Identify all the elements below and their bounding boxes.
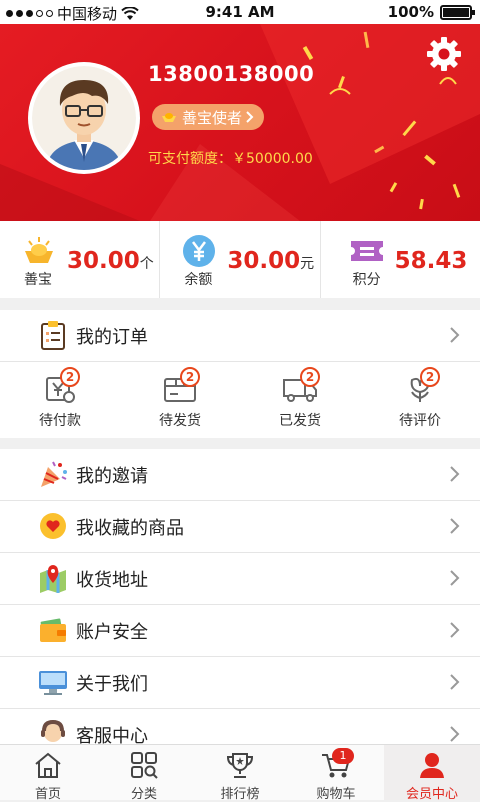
- menu-item-favorites[interactable]: 我收藏的商品: [0, 501, 480, 553]
- chevron-right-icon: [450, 674, 460, 690]
- heart-icon: [40, 513, 66, 539]
- order-status-label: 已发货: [279, 413, 321, 429]
- member-level-badge[interactable]: 善宝使者: [152, 104, 265, 130]
- menu-item-label: 我的邀请: [76, 465, 148, 487]
- map-pin-icon: [40, 565, 66, 593]
- gear-icon[interactable]: [426, 36, 462, 72]
- order-count-badge: 2: [300, 367, 320, 387]
- order-status-label: 待发货: [159, 413, 201, 429]
- bottom-tab-bar: 首页 分类 排行榜 购物车 会员中心 1: [0, 744, 480, 802]
- menu-item-label: 我收藏的商品: [76, 517, 184, 539]
- menu-item-label: 关于我们: [76, 673, 148, 695]
- chevron-right-icon: [450, 518, 460, 534]
- gold-ingot-icon: [162, 113, 176, 122]
- stat-shanbao[interactable]: 善宝 30.00个: [0, 221, 161, 298]
- tab-label: 排行榜: [220, 787, 260, 802]
- order-status-shipped[interactable]: 2 已发货: [240, 362, 360, 438]
- tab-label: 分类: [130, 787, 157, 802]
- my-orders-label: 我的订单: [76, 326, 148, 348]
- home-icon: [35, 752, 61, 778]
- chevron-right-icon: [450, 466, 460, 482]
- menu-item-invitations[interactable]: 我的邀请: [0, 449, 480, 501]
- menu-item-label: 收货地址: [76, 569, 148, 591]
- chevron-right-icon: [246, 111, 254, 123]
- battery-icon: [440, 4, 475, 20]
- cart-count-badge: 1: [332, 748, 354, 764]
- tab-member-center[interactable]: 会员中心: [384, 745, 480, 802]
- order-count-badge: 2: [180, 367, 200, 387]
- stat-unit: 个: [139, 256, 154, 272]
- menu-item-account-security[interactable]: 账户安全: [0, 605, 480, 657]
- ticket-icon: [350, 241, 383, 261]
- order-status-pending-review[interactable]: 2 待评价: [360, 362, 480, 438]
- stat-label: 余额: [184, 272, 213, 288]
- order-count-badge: 2: [420, 367, 440, 387]
- tab-category[interactable]: 分类: [96, 745, 192, 802]
- order-count-badge: 2: [60, 367, 80, 387]
- menu-list: 我的邀请 我收藏的商品 收货地址 账户安全 关于我们 客服中心: [0, 449, 480, 744]
- chevron-right-icon: [450, 570, 460, 586]
- yen-coin-icon: [183, 235, 216, 267]
- member-icon: [420, 753, 444, 778]
- service-avatar-icon: [41, 719, 65, 742]
- battery-percent: 100%: [387, 3, 434, 21]
- menu-item-label: 客服中心: [76, 725, 148, 745]
- chevron-right-icon: [450, 622, 460, 638]
- stat-value: 58.43: [394, 248, 468, 274]
- menu-item-about[interactable]: 关于我们: [0, 657, 480, 709]
- chevron-right-icon: [450, 726, 460, 742]
- status-bar: 中国移动 9:41 AM 100%: [0, 0, 480, 24]
- monitor-icon: [39, 671, 67, 695]
- order-status-bar: 2 待付款 2 待发货 2 已发货 2 待评价: [0, 362, 480, 438]
- order-status-label: 待评价: [399, 413, 441, 429]
- order-status-pending-payment[interactable]: 2 待付款: [0, 362, 120, 438]
- stat-points[interactable]: 积分 58.43: [321, 221, 480, 298]
- my-orders-row[interactable]: 我的订单: [0, 310, 480, 362]
- gold-ingot-icon: [25, 237, 53, 263]
- user-avatar-icon: [32, 66, 136, 170]
- wallet-icon: [40, 618, 66, 642]
- trophy-icon: [226, 753, 254, 778]
- menu-item-address[interactable]: 收货地址: [0, 553, 480, 605]
- tab-label: 购物车: [316, 787, 356, 802]
- tab-label: 首页: [34, 787, 61, 802]
- stat-label: 善宝: [24, 272, 52, 288]
- credit-limit: 可支付额度：￥50000.00: [148, 151, 313, 167]
- stat-unit: 元: [300, 256, 315, 272]
- stat-balance[interactable]: 余额 30.00元: [160, 221, 321, 298]
- menu-item-customer-service[interactable]: 客服中心: [0, 709, 480, 744]
- category-icon: [131, 752, 158, 779]
- tab-ranking[interactable]: 排行榜: [192, 745, 288, 802]
- stat-value: 30.00元: [227, 248, 315, 274]
- profile-header: 13800138000 善宝使者 可支付额度：￥50000.00: [0, 24, 480, 221]
- tab-label: 会员中心: [405, 787, 458, 802]
- stat-value: 30.00个: [67, 248, 154, 274]
- chevron-right-icon: [450, 327, 460, 343]
- tab-home[interactable]: 首页: [0, 745, 96, 802]
- order-status-pending-shipment[interactable]: 2 待发货: [120, 362, 240, 438]
- party-popper-icon: [41, 461, 67, 487]
- user-phone: 13800138000: [148, 62, 315, 86]
- order-status-label: 待付款: [39, 413, 81, 429]
- wallet-stats: 善宝 30.00个 余额 30.00元 积分 58.43: [0, 221, 480, 298]
- clipboard-icon: [41, 321, 65, 350]
- avatar[interactable]: [28, 62, 140, 174]
- member-level-label: 善宝使者: [182, 108, 243, 127]
- menu-item-label: 账户安全: [76, 621, 148, 643]
- stat-label: 积分: [352, 272, 381, 288]
